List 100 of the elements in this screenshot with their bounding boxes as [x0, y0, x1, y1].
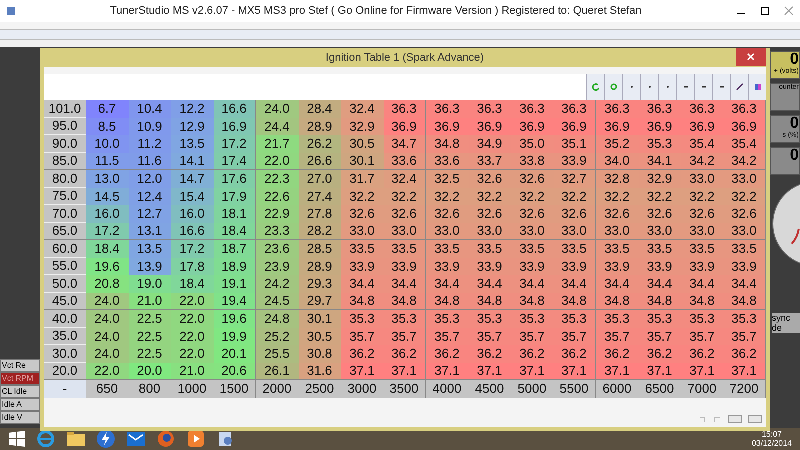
- table-cell[interactable]: 37.1: [596, 362, 638, 380]
- table-cell[interactable]: 36.3: [384, 100, 426, 118]
- table-cell[interactable]: 34.4: [638, 275, 681, 292]
- table-cell[interactable]: 22.0: [171, 345, 214, 362]
- table-cell[interactable]: 32.6: [724, 205, 766, 222]
- toolbar-button[interactable]: [712, 74, 730, 100]
- table-cell[interactable]: 22.0: [86, 362, 128, 380]
- media-player-icon[interactable]: [186, 429, 206, 449]
- table-cell[interactable]: 22.0: [256, 152, 298, 170]
- table-cell[interactable]: 34.1: [638, 152, 681, 170]
- table-cell[interactable]: 22.5: [128, 328, 171, 345]
- table-cell[interactable]: 20.1: [214, 345, 256, 362]
- table-cell[interactable]: 20.0: [128, 362, 171, 380]
- table-cell[interactable]: 35.3: [426, 310, 468, 328]
- table-cell[interactable]: 15.4: [171, 188, 214, 205]
- table-cell[interactable]: 23.6: [256, 240, 298, 258]
- table-cell[interactable]: 18.1: [214, 205, 256, 222]
- table-cell[interactable]: 36.3: [511, 100, 554, 118]
- table-cell[interactable]: 6.7: [86, 100, 128, 118]
- table-cell[interactable]: 35.3: [638, 310, 681, 328]
- table-cell[interactable]: 30.1: [341, 152, 384, 170]
- toolbar-button[interactable]: [676, 74, 694, 100]
- table-cell[interactable]: 35.3: [468, 310, 511, 328]
- table-cell[interactable]: 35.7: [511, 328, 554, 345]
- table-cell[interactable]: 36.9: [596, 118, 638, 135]
- table-cell[interactable]: 22.0: [171, 292, 214, 310]
- table-cell[interactable]: 37.1: [511, 362, 554, 380]
- table-cell[interactable]: 36.9: [681, 118, 724, 135]
- table-cell[interactable]: 33.5: [724, 240, 766, 258]
- table-cell[interactable]: 36.3: [596, 100, 638, 118]
- table-cell[interactable]: 32.6: [468, 170, 511, 188]
- table-cell[interactable]: 33.0: [468, 222, 511, 240]
- table-cell[interactable]: 33.5: [554, 240, 596, 258]
- table-cell[interactable]: 36.3: [724, 100, 766, 118]
- table-cell[interactable]: 33.9: [638, 258, 681, 275]
- table-cell[interactable]: 36.2: [384, 345, 426, 362]
- table-cell[interactable]: 37.1: [724, 362, 766, 380]
- table-cell[interactable]: 35.7: [384, 328, 426, 345]
- table-cell[interactable]: 18.4: [214, 222, 256, 240]
- table-cell[interactable]: 28.4: [298, 100, 341, 118]
- table-cell[interactable]: 32.6: [341, 205, 384, 222]
- toolbar-button[interactable]: [622, 74, 640, 100]
- table-cell[interactable]: 22.5: [128, 310, 171, 328]
- table-cell[interactable]: 16.0: [171, 205, 214, 222]
- table-cell[interactable]: 35.7: [554, 328, 596, 345]
- table-cell[interactable]: 30.5: [298, 328, 341, 345]
- maximize-icon[interactable]: [760, 6, 770, 16]
- table-cell[interactable]: 30.1: [298, 310, 341, 328]
- table-cell[interactable]: 19.6: [214, 310, 256, 328]
- table-cell[interactable]: 31.7: [341, 170, 384, 188]
- table-cell[interactable]: 33.9: [681, 258, 724, 275]
- table-cell[interactable]: 34.4: [596, 275, 638, 292]
- table-cell[interactable]: 35.7: [638, 328, 681, 345]
- table-cell[interactable]: 37.1: [554, 362, 596, 380]
- toolbar-button[interactable]: [748, 74, 766, 100]
- table-cell[interactable]: 12.4: [128, 188, 171, 205]
- folder-icon[interactable]: [66, 430, 86, 448]
- table-cell[interactable]: 24.5: [256, 292, 298, 310]
- table-cell[interactable]: 33.9: [426, 258, 468, 275]
- table-cell[interactable]: 32.2: [468, 188, 511, 205]
- table-cell[interactable]: 34.8: [384, 292, 426, 310]
- start-icon[interactable]: [8, 430, 26, 448]
- mail-icon[interactable]: [126, 431, 146, 447]
- table-cell[interactable]: 36.2: [681, 345, 724, 362]
- table-cell[interactable]: 19.4: [214, 292, 256, 310]
- table-cell[interactable]: 32.6: [468, 205, 511, 222]
- table-cell[interactable]: 11.5: [86, 152, 128, 170]
- table-cell[interactable]: 17.6: [214, 170, 256, 188]
- table-cell[interactable]: 36.2: [426, 345, 468, 362]
- table-cell[interactable]: 14.1: [171, 152, 214, 170]
- table-cell[interactable]: 35.3: [596, 310, 638, 328]
- table-cell[interactable]: 36.9: [384, 118, 426, 135]
- table-cell[interactable]: 32.2: [681, 188, 724, 205]
- table-cell[interactable]: 32.6: [511, 170, 554, 188]
- table-cell[interactable]: 35.3: [341, 310, 384, 328]
- table-cell[interactable]: 12.2: [171, 100, 214, 118]
- table-cell[interactable]: 21.0: [171, 362, 214, 380]
- table-cell[interactable]: 32.9: [638, 170, 681, 188]
- table-cell[interactable]: 27.8: [298, 205, 341, 222]
- table-cell[interactable]: 17.9: [214, 188, 256, 205]
- table-cell[interactable]: 34.4: [511, 275, 554, 292]
- table-cell[interactable]: 24.0: [86, 328, 128, 345]
- table-cell[interactable]: 33.5: [341, 240, 384, 258]
- table-cell[interactable]: 24.0: [86, 345, 128, 362]
- burn-button[interactable]: [728, 415, 742, 423]
- table-cell[interactable]: 36.2: [596, 345, 638, 362]
- table-cell[interactable]: 24.0: [256, 100, 298, 118]
- table-cell[interactable]: 30.8: [298, 345, 341, 362]
- table-cell[interactable]: 33.5: [511, 240, 554, 258]
- table-cell[interactable]: 34.4: [341, 275, 384, 292]
- close-button[interactable]: [736, 48, 766, 66]
- table-cell[interactable]: 32.6: [426, 205, 468, 222]
- table-cell[interactable]: 26.2: [298, 135, 341, 152]
- toolbar-button[interactable]: [586, 74, 604, 100]
- table-cell[interactable]: 24.0: [86, 310, 128, 328]
- table-cell[interactable]: 36.9: [511, 118, 554, 135]
- table-cell[interactable]: 33.9: [554, 152, 596, 170]
- table-cell[interactable]: 33.0: [681, 170, 724, 188]
- table-cell[interactable]: 33.5: [596, 240, 638, 258]
- table-cell[interactable]: 8.5: [86, 118, 128, 135]
